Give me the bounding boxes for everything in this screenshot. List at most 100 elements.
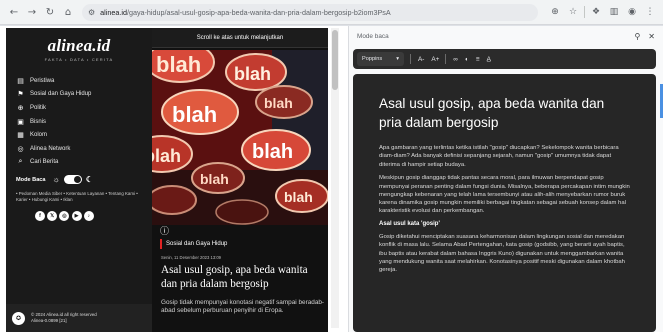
home-icon[interactable]: ⌂ bbox=[60, 4, 76, 20]
article-column: Scroll ke atas untuk melanjutkan blah bl… bbox=[152, 28, 328, 332]
site-info-icon[interactable]: ⚙ bbox=[88, 8, 95, 17]
nav-label: Kolom bbox=[30, 132, 48, 139]
pin-icon[interactable]: ⚲ bbox=[634, 32, 640, 41]
facebook-icon[interactable]: f bbox=[35, 211, 45, 222]
decrease-font-icon[interactable]: A- bbox=[418, 56, 424, 63]
site-sidebar: alinea.id FAKTA • DATA • CERITA ▤ Peristi… bbox=[6, 28, 152, 332]
logo-tagline: FAKTA • DATA • CERITA bbox=[44, 57, 114, 62]
dark-mode-control: Mode Baca ☼ ☾ bbox=[16, 175, 142, 185]
nav-label: Peristiwa bbox=[30, 77, 55, 84]
toolbar-divider bbox=[410, 54, 411, 64]
logo-text: alinea.id bbox=[47, 36, 111, 55]
nav-item-peristiwa[interactable]: ▤ Peristiwa bbox=[16, 74, 142, 88]
browser-window: ← → ↻ ⌂ ⚙ alinea.id/gaya-hidup/asal-usul… bbox=[0, 0, 663, 332]
nav-item-politik[interactable]: ⊕ Politik bbox=[16, 101, 142, 115]
blah-text: blah bbox=[172, 102, 217, 127]
reader-paragraph: Apa gambaran yang terlintas ketika istil… bbox=[379, 145, 619, 168]
nav-item-kolom[interactable]: ▦ Kolom bbox=[16, 128, 142, 142]
nav-item-bisnis[interactable]: ▣ Bisnis bbox=[16, 115, 142, 129]
network-icon: ◎ bbox=[17, 145, 24, 153]
article-category[interactable]: Sosial dan Gaya Hidup bbox=[160, 239, 227, 249]
reload-icon[interactable]: ↻ bbox=[42, 4, 58, 20]
color-theme-icon[interactable]: ◐ bbox=[465, 56, 469, 63]
blah-text: blah bbox=[264, 95, 293, 111]
article-headline: Asal usul gosip, apa beda wanita dan pri… bbox=[161, 264, 308, 290]
nav-item-cari-berita[interactable]: ⌕ Cari Berita bbox=[16, 156, 142, 170]
address-bar[interactable]: ⚙ alinea.id/gaya-hidup/asal-usul-gosip-a… bbox=[82, 3, 538, 21]
scrollbar-thumb[interactable] bbox=[332, 30, 338, 90]
toolbar-divider bbox=[445, 54, 447, 64]
zoom-icon[interactable]: ⊕ bbox=[548, 5, 562, 19]
article-date: Senin, 11 Desember 2023 13:09 bbox=[161, 255, 221, 260]
nav-label: Sosial dan Gaya Hidup bbox=[30, 91, 92, 98]
newspaper-icon: ▤ bbox=[17, 77, 24, 85]
url-path: /gaya-hidup/asal-usul-gosip-apa-beda-wan… bbox=[126, 7, 391, 17]
web-page: alinea.id FAKTA • DATA • CERITA ▤ Peristi… bbox=[0, 26, 348, 332]
search-icon: ⌕ bbox=[18, 158, 23, 166]
blah-text: blah bbox=[200, 171, 229, 187]
reader-article-title: Asal usul gosip, apa beda wanita dan pri… bbox=[379, 96, 605, 130]
profile-icon[interactable]: ◉ bbox=[625, 5, 639, 19]
nav-label: Cari Berita bbox=[30, 159, 59, 166]
scroll-hint[interactable]: Scroll ke atas untuk melanjutkan bbox=[152, 28, 328, 48]
blah-text: blah bbox=[234, 64, 271, 84]
site-logo[interactable]: alinea.id FAKTA • DATA • CERITA bbox=[16, 36, 142, 62]
moon-icon[interactable]: ☾ bbox=[86, 175, 93, 184]
category-marker bbox=[160, 239, 162, 249]
increase-font-icon[interactable]: A+ bbox=[431, 56, 439, 63]
chevron-down-icon: ▾ bbox=[396, 56, 399, 62]
lifestyle-icon: ⚑ bbox=[17, 91, 24, 99]
reading-mode-header: Mode baca ⚲ ✕ bbox=[349, 26, 663, 46]
page-scrollbar[interactable] bbox=[331, 28, 339, 328]
dark-mode-toggle[interactable] bbox=[63, 175, 82, 185]
browser-content: alinea.id FAKTA • DATA • CERITA ▤ Peristi… bbox=[0, 26, 663, 332]
nav-label: Bisnis bbox=[30, 118, 47, 125]
font-select[interactable]: Poppins ▾ bbox=[357, 52, 404, 66]
press-seal-icon: ✪ bbox=[12, 311, 25, 325]
nav-label: Alinea Network bbox=[30, 145, 71, 152]
letter-spacing-icon[interactable]: A̲ bbox=[487, 56, 491, 63]
nav-item-alinea-network[interactable]: ◎ Alinea Network bbox=[16, 142, 142, 156]
close-icon[interactable]: ✕ bbox=[648, 32, 655, 41]
back-icon[interactable]: ← bbox=[6, 4, 22, 20]
reader-subheading: Asal usul kata 'gosip' bbox=[379, 221, 440, 228]
column-icon: ▦ bbox=[17, 132, 24, 140]
copyright-line2: Alinea-0.0899 [21] bbox=[31, 318, 67, 323]
url-host: alinea.id bbox=[100, 7, 127, 17]
reading-mode-content: Asal usul gosip, apa beda wanita dan pri… bbox=[353, 74, 656, 332]
side-panel-icon[interactable]: ▥ bbox=[607, 5, 621, 19]
blah-text: blah bbox=[152, 146, 181, 166]
tiktok-icon[interactable]: ♪ bbox=[83, 211, 94, 222]
blah-text: blah bbox=[156, 52, 201, 77]
forward-icon[interactable]: → bbox=[24, 4, 40, 20]
site-container: alinea.id FAKTA • DATA • CERITA ▤ Peristi… bbox=[6, 28, 328, 332]
article-excerpt: Gosip tidak mempunyai konotasi negatif s… bbox=[161, 299, 325, 315]
toolbar-divider bbox=[584, 6, 585, 18]
font-select-value: Poppins bbox=[362, 56, 383, 62]
bookmark-star-icon[interactable]: ☆ bbox=[566, 5, 580, 19]
nav-item-sosial[interactable]: ⚑ Sosial dan Gaya Hidup bbox=[16, 88, 142, 102]
youtube-icon[interactable]: ▶ bbox=[71, 211, 82, 222]
instagram-icon[interactable]: ◎ bbox=[59, 211, 70, 222]
blah-bubbles-illustration: blah blah blah blah blah blah bbox=[152, 50, 328, 225]
info-icon[interactable]: ⓘ bbox=[160, 224, 169, 237]
reading-mode-toolbar: Poppins ▾ A- A+ ∞ ◐ ≡ A̲ bbox=[353, 49, 656, 69]
footer-links[interactable]: • Pedoman Media Siber • Ketentuan Layana… bbox=[16, 191, 142, 203]
social-links: f 𝕏 ◎ ▶ ♪ bbox=[35, 211, 142, 222]
x-twitter-icon[interactable]: 𝕏 bbox=[47, 211, 58, 222]
browser-toolbar: ← → ↻ ⌂ ⚙ alinea.id/gaya-hidup/asal-usul… bbox=[0, 0, 663, 25]
sun-icon[interactable]: ☼ bbox=[53, 175, 60, 184]
toggle-knob bbox=[73, 176, 81, 184]
blah-text: blah bbox=[284, 189, 313, 205]
globe-icon: ⊕ bbox=[17, 104, 24, 112]
links-toggle-icon[interactable]: ∞ bbox=[453, 56, 458, 63]
category-label: Sosial dan Gaya Hidup bbox=[166, 241, 228, 247]
extensions-icon[interactable]: ❖ bbox=[589, 5, 603, 19]
menu-icon[interactable]: ⋮ bbox=[643, 5, 657, 19]
blah-text: blah bbox=[252, 141, 293, 163]
copyright-text: © 2024 Alinea.id all right reserved Alin… bbox=[31, 312, 97, 324]
line-spacing-icon[interactable]: ≡ bbox=[476, 56, 480, 63]
reader-paragraph: Meskipun gosip dianggap tidak pantas sec… bbox=[379, 175, 630, 215]
briefcase-icon: ▣ bbox=[17, 118, 24, 126]
nav-label: Politik bbox=[30, 104, 47, 111]
